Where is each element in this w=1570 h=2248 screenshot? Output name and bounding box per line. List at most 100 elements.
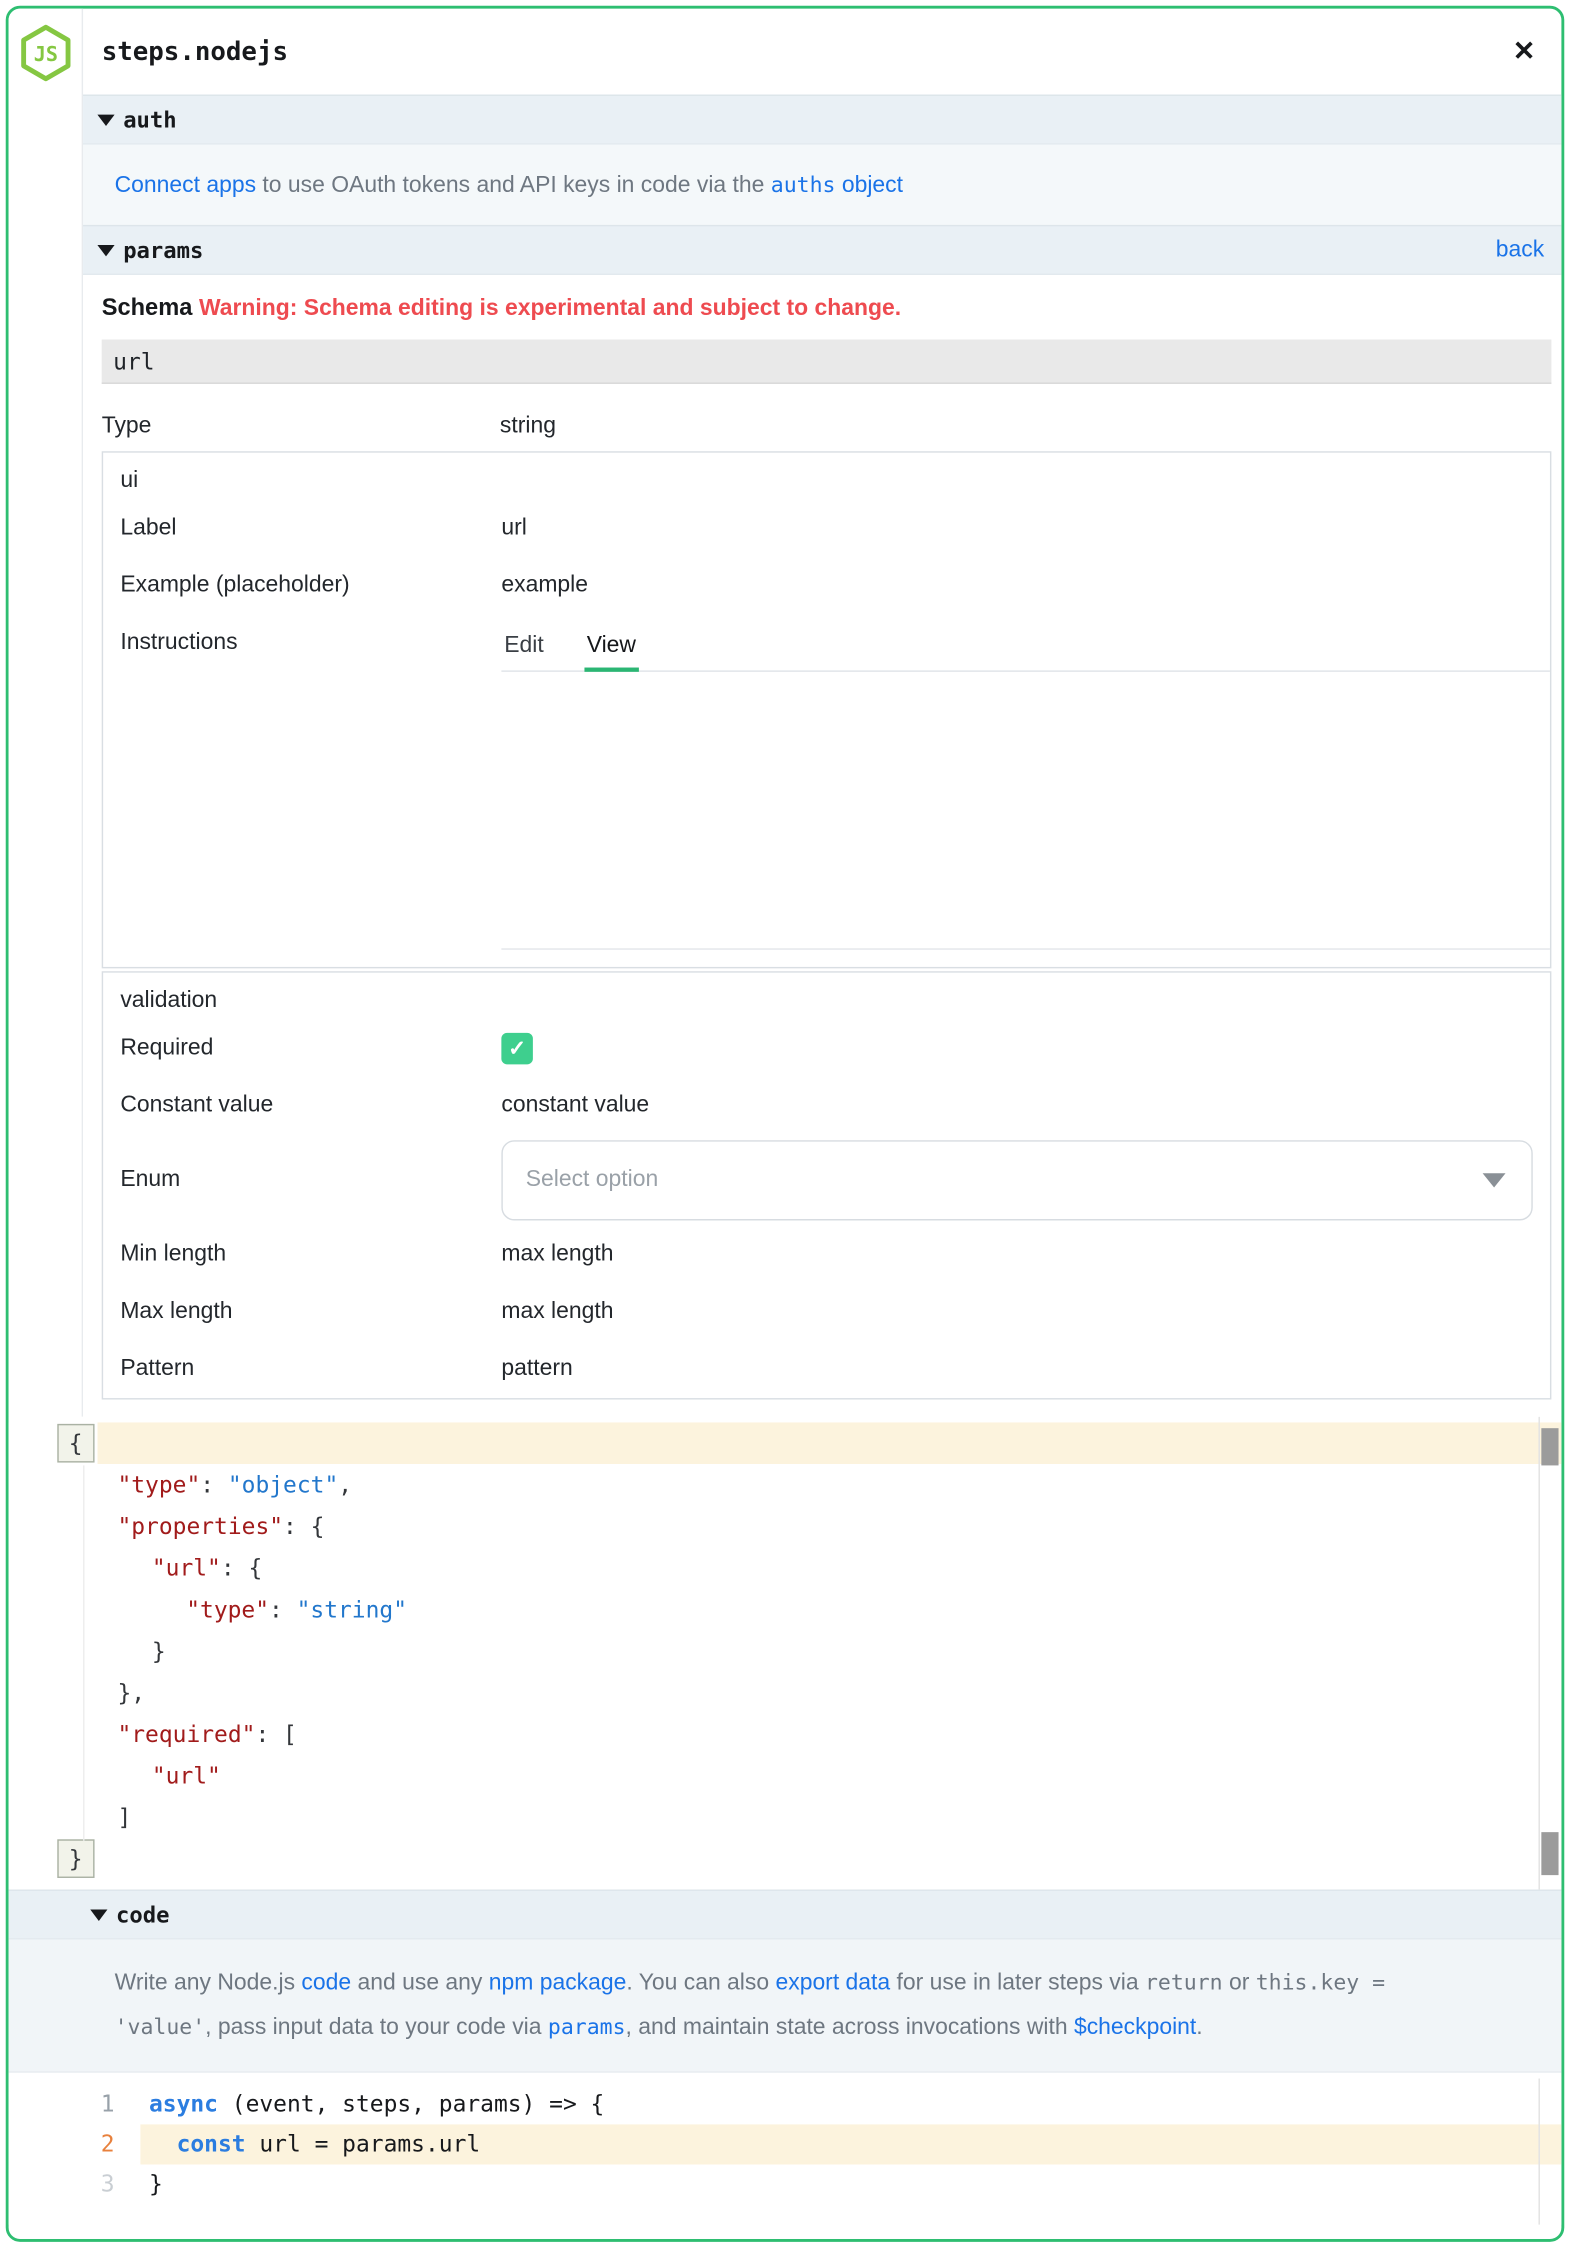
required-label: Required xyxy=(120,1036,501,1062)
code-description: Write any Node.js code and use any npm p… xyxy=(9,1940,1562,2073)
min-length-input[interactable]: max length xyxy=(501,1242,1550,1268)
code-token: : { xyxy=(283,1513,324,1540)
max-length-row: Max length max length xyxy=(103,1284,1550,1341)
json-editor-scrollbar-thumb-top[interactable] xyxy=(1541,1428,1558,1465)
code-editor-scrollbar-track[interactable] xyxy=(1538,2079,1539,2225)
constant-value-input[interactable]: constant value xyxy=(501,1093,1550,1119)
editor-code-line[interactable]: 2 const url = params.url xyxy=(9,2124,1562,2164)
schema-heading: Schema Warning: Schema editing is experi… xyxy=(102,295,1552,322)
params-section-header[interactable]: params back xyxy=(83,225,1561,275)
ui-group-box: ui Label url Example (placeholder) examp… xyxy=(102,451,1552,968)
inline-link[interactable]: auths xyxy=(771,171,836,197)
type-value[interactable]: string xyxy=(500,413,1551,439)
nodejs-icon: JS xyxy=(19,24,71,81)
json-code-line[interactable]: "properties": { xyxy=(9,1506,1562,1548)
json-code-line[interactable]: "required": [ xyxy=(9,1713,1562,1755)
instructions-label: Instructions xyxy=(120,630,501,656)
matching-bracket: } xyxy=(57,1839,94,1878)
json-code-line[interactable]: "type": "object", xyxy=(9,1464,1562,1506)
json-editor-scrollbar-thumb-bottom[interactable] xyxy=(1541,1832,1558,1875)
enum-select[interactable]: Select option xyxy=(501,1140,1532,1220)
code-token: : [ xyxy=(255,1720,296,1747)
code-token: "url" xyxy=(152,1762,221,1789)
text-segment: . You can also xyxy=(626,1971,775,1995)
text-segment: or xyxy=(1223,1971,1256,1995)
tab-edit[interactable]: Edit xyxy=(501,625,546,671)
editor-code-line[interactable]: 3} xyxy=(9,2164,1562,2204)
json-code-line[interactable]: "url" xyxy=(9,1755,1562,1797)
text-segment: , and maintain state across invocations … xyxy=(626,2015,1074,2039)
text-segment: . xyxy=(1196,2015,1202,2039)
constant-value-label: Constant value xyxy=(120,1093,501,1119)
code-section-header[interactable]: code xyxy=(9,1889,1562,1939)
code-token: ] xyxy=(117,1803,131,1830)
constant-value-row: Constant value constant value xyxy=(103,1077,1550,1134)
auth-section-title: auth xyxy=(123,107,176,133)
code-line-content: const url = params.url xyxy=(140,2124,1561,2164)
inline-link[interactable]: $checkpoint xyxy=(1074,2015,1196,2039)
inline-link[interactable]: export data xyxy=(775,1971,890,1995)
close-icon[interactable]: ✕ xyxy=(1513,38,1536,65)
code-editor[interactable]: 1async (event, steps, params) => {2 cons… xyxy=(9,2073,1562,2225)
json-code-line[interactable]: "type": "string" xyxy=(9,1589,1562,1631)
step-icon-gutter: JS xyxy=(9,9,83,1417)
pattern-label: Pattern xyxy=(120,1357,501,1383)
collapse-triangle-icon xyxy=(97,114,114,125)
code-description-text: Write any Node.js code and use any npm p… xyxy=(115,1971,1385,2040)
code-token: "required" xyxy=(117,1720,255,1747)
code-token: : xyxy=(269,1596,297,1623)
schema-json-editor[interactable]: {"type": "object","properties": {"url": … xyxy=(9,1417,1562,1890)
code-token: : { xyxy=(221,1554,262,1581)
back-link[interactable]: back xyxy=(1496,237,1544,263)
instructions-preview-area[interactable] xyxy=(501,672,1550,950)
enum-select-placeholder: Select option xyxy=(526,1167,659,1193)
text-segment: Write any Node.js xyxy=(115,1971,302,1995)
step-editor-card: JS steps.nodejs ✕ auth Connect apps to u… xyxy=(6,6,1565,2242)
line-number: 3 xyxy=(9,2164,141,2204)
example-row-value[interactable]: example xyxy=(501,573,1550,599)
line-number: 2 xyxy=(9,2124,141,2164)
code-token: "object" xyxy=(228,1471,338,1498)
code-token: url = params.url xyxy=(246,2130,481,2157)
inline-link[interactable]: object xyxy=(842,173,903,197)
json-editor-scrollbar-track[interactable] xyxy=(1538,1417,1539,1890)
code-token: (event, steps, params) => { xyxy=(218,2090,604,2117)
validation-group-title: validation xyxy=(103,973,1550,1020)
type-row: Type string xyxy=(102,405,1552,447)
instructions-tab-bar: Edit View xyxy=(501,625,1550,672)
code-token: } xyxy=(152,1637,166,1664)
max-length-label: Max length xyxy=(120,1299,501,1325)
required-row: Required ✓ xyxy=(103,1020,1550,1077)
pattern-input[interactable]: pattern xyxy=(501,1357,1550,1383)
auth-description-text: Connect apps to use OAuth tokens and API… xyxy=(115,171,903,198)
max-length-input[interactable]: max length xyxy=(501,1299,1550,1325)
code-token: : xyxy=(200,1471,228,1498)
code-token: , xyxy=(338,1471,352,1498)
json-code-line[interactable]: "url": { xyxy=(9,1547,1562,1589)
enum-row: Enum Select option xyxy=(103,1135,1550,1227)
chevron-down-icon xyxy=(1483,1173,1506,1187)
label-row-value[interactable]: url xyxy=(501,516,1550,542)
text-segment: , pass input data to your code via xyxy=(205,2015,548,2039)
inline-link[interactable]: params xyxy=(548,2014,626,2040)
inline-link[interactable]: code xyxy=(301,1971,351,1995)
editor-code-line[interactable]: 1async (event, steps, params) => { xyxy=(9,2084,1562,2124)
instructions-row: Instructions Edit View xyxy=(103,615,1550,672)
inline-link[interactable]: Connect apps xyxy=(115,173,256,197)
text-segment: to use OAuth tokens and API keys in code… xyxy=(256,173,771,197)
auth-section-header[interactable]: auth xyxy=(83,95,1561,145)
json-code-line[interactable]: { xyxy=(9,1422,1562,1464)
editor-gutter-divider xyxy=(83,1465,84,1840)
json-code-line[interactable]: ] xyxy=(9,1796,1562,1838)
param-name-input[interactable]: url xyxy=(102,339,1552,383)
required-checkbox[interactable]: ✓ xyxy=(501,1033,533,1065)
params-body: Schema Warning: Schema editing is experi… xyxy=(83,275,1561,1417)
json-code-line[interactable]: } xyxy=(9,1838,1562,1880)
tab-view[interactable]: View xyxy=(584,625,639,671)
code-token: "type" xyxy=(117,1471,200,1498)
titlebar: steps.nodejs ✕ xyxy=(83,9,1561,95)
json-code-line[interactable]: } xyxy=(9,1630,1562,1672)
inline-link[interactable]: npm package xyxy=(489,1971,627,1995)
json-code-line[interactable]: }, xyxy=(9,1672,1562,1714)
type-label: Type xyxy=(102,413,500,439)
